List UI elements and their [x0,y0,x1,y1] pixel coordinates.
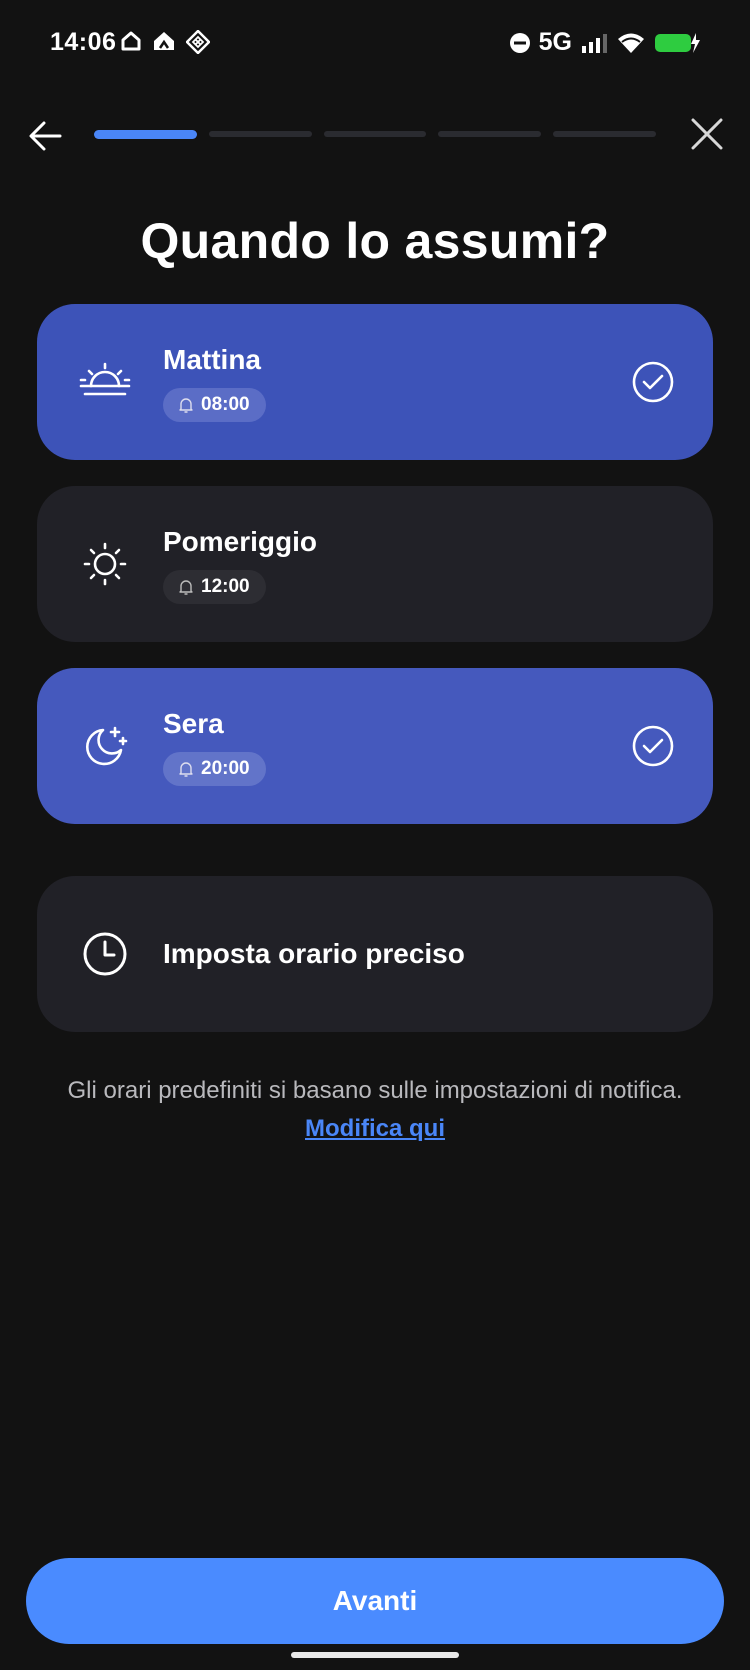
reminder-time-badge: 08:00 [163,388,266,422]
option-morning[interactable]: Mattina 08:00 [37,304,713,460]
bell-icon [179,580,193,595]
network-type: 5G [538,28,572,56]
progress-step [94,130,197,139]
sunrise-icon [79,362,131,396]
status-right: 5G [509,28,702,57]
moon-stars-icon [86,726,128,766]
reminder-time-badge: 12:00 [163,570,266,604]
option-label: Mattina [163,344,261,375]
reminder-time: 20:00 [201,758,250,779]
signal-icon [582,33,607,53]
home-indicator [291,1652,459,1658]
option-afternoon[interactable]: Pomeriggio 12:00 [37,486,713,642]
progress-step [323,131,427,137]
note-text: Gli orari predefiniti si basano sulle im… [67,1077,683,1104]
option-label: Imposta orario preciso [163,938,465,969]
bell-icon [179,398,193,413]
option-custom-time[interactable]: Imposta orario preciso [37,876,713,1032]
reminder-time: 08:00 [201,394,250,415]
progress-step [208,131,312,137]
screen: 14:06 5G Quando lo assumi? Mattina 08:00… [0,0,750,1670]
dnd-icon [509,32,530,53]
bell-icon [179,762,193,777]
option-label: Pomeriggio [163,526,318,557]
step-progress [94,130,656,139]
check-circle-icon [632,725,674,767]
progress-step [553,131,656,137]
check-circle-icon [632,361,674,403]
home-alt-icon [154,32,174,50]
notification-note: Gli orari predefiniti si basano sulle im… [60,1072,690,1148]
option-label: Sera [163,708,224,739]
battery-charging-icon [655,32,700,53]
next-button[interactable]: Avanti [26,1558,724,1644]
reminder-time: 12:00 [201,576,250,597]
reminder-time-badge: 20:00 [163,752,266,786]
status-time: 14:06 [50,28,117,56]
sun-icon [83,542,127,586]
progress-step [438,131,542,137]
clock-icon [83,932,127,976]
edit-notifications-link[interactable]: Modifica qui [305,1115,445,1142]
status-left-icons [120,30,210,54]
status-bar: 14:06 5G [0,0,750,86]
page-title: Quando lo assumi? [140,213,610,269]
option-evening[interactable]: Sera 20:00 [37,668,713,824]
home-icon [121,31,141,51]
diamond-app-icon [186,30,210,54]
wifi-icon [618,33,644,53]
close-icon[interactable] [689,116,725,152]
back-arrow-icon[interactable] [26,116,66,156]
